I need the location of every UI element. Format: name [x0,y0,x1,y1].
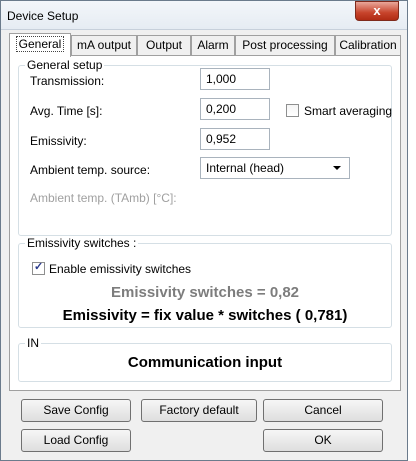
avg-time-field[interactable]: 0,200 [200,98,270,120]
chevron-down-icon [333,166,341,170]
tab-post-processing[interactable]: Post processing [235,35,335,55]
window-title: Device Setup [7,9,79,23]
factory-default-button[interactable]: Factory default [141,399,257,422]
tab-alarm-label: Alarm [197,38,229,52]
checkmark-icon: ✓ [34,261,44,273]
tab-post-processing-label: Post processing [242,38,328,52]
emissivity-switches-value: Emissivity switches = 0,82 [110,284,300,301]
load-config-button[interactable]: Load Config [21,429,131,452]
tab-calibration[interactable]: Calibration [335,35,401,55]
ambient-source-label: Ambient temp. source: [30,163,151,177]
ok-button[interactable]: OK [263,429,383,452]
tab-output[interactable]: Output [137,35,191,55]
emissivity-label: Emissivity: [30,134,87,148]
ambient-temp-label: Ambient temp. (TAmb) [°C]: [30,191,177,205]
tab-alarm[interactable]: Alarm [191,35,235,55]
ambient-source-value: Internal (head) [206,161,285,175]
tab-calibration-label: Calibration [339,38,397,52]
emissivity-field[interactable]: 0,952 [200,128,270,150]
tab-general-label: General [15,36,65,52]
save-config-button[interactable]: Save Config [21,399,131,422]
communication-input-text: Communication input [127,354,283,371]
enable-emissivity-switches-label: Enable emissivity switches [49,262,192,276]
general-tab-panel: General setup Transmission: 1,000 Avg. T… [9,55,401,391]
close-button[interactable]: x [355,1,399,21]
tab-output-label: Output [145,38,183,52]
general-setup-legend: General setup [27,58,103,72]
transmission-field[interactable]: 1,000 [200,68,270,90]
enable-emissivity-switches-checkbox[interactable]: ✓ [32,261,45,275]
emissivity-formula: Emissivity = fix value * switches ( 0,78… [62,307,348,324]
input-group-legend: IN [27,336,39,350]
emissivity-switches-legend: Emissivity switches : [27,236,137,250]
close-icon: x [373,3,381,18]
tab-general[interactable]: General [9,33,71,57]
device-setup-window: Device Setup x General mA output Output … [0,0,408,461]
tab-ma-output-label: mA output [76,38,132,52]
tab-ma-output[interactable]: mA output [71,35,137,55]
cancel-button[interactable]: Cancel [263,399,383,422]
smart-averaging-checkbox[interactable] [286,104,299,117]
ambient-source-dropdown[interactable]: Internal (head) [200,157,350,179]
title-bar[interactable]: Device Setup x [1,1,407,30]
smart-averaging-label: Smart averaging [304,104,393,118]
transmission-label: Transmission: [30,74,105,88]
avg-time-label: Avg. Time [s]: [30,104,103,118]
